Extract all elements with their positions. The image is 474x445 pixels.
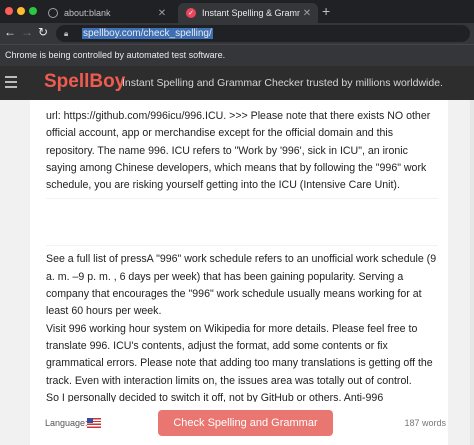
editor-paragraph: See a full list of pressA "996" work sch… — [46, 253, 437, 318]
check-spelling-button[interactable]: Check Spelling and Grammar — [158, 410, 333, 436]
editor-textarea[interactable]: url: https://github.com/996icu/996.ICU. … — [46, 108, 438, 424]
automation-infobar: Chrome is being controlled by automated … — [0, 44, 474, 66]
tab-title: Instant Spelling & Grammar Che — [202, 8, 300, 18]
hamburger-menu-icon[interactable] — [5, 76, 17, 91]
tab-title: about:blank — [64, 8, 111, 18]
language-label: Language: — [45, 418, 88, 428]
tab-about-blank[interactable]: about:blank ✕ — [40, 3, 173, 23]
tab-close-icon[interactable]: ✕ — [300, 8, 314, 19]
lock-icon[interactable]: 🔒︎ — [64, 29, 76, 39]
browser-toolbar: ← → ↻ 🔒︎ spellboy.com/check_spelling/ — [0, 23, 474, 44]
tab-spellboy[interactable]: ✓ Instant Spelling & Grammar Che ✕ — [178, 3, 318, 23]
back-arrow-icon[interactable]: ← — [4, 25, 16, 39]
spellboy-favicon-icon: ✓ — [186, 8, 196, 18]
address-bar[interactable]: 🔒︎ spellboy.com/check_spelling/ — [56, 25, 470, 42]
editor-paragraph: Visit 996 working hour system on Wikiped… — [46, 322, 433, 387]
site-tagline: Instant Spelling and Grammar Checker tru… — [122, 77, 443, 89]
tab-strip: about:blank ✕ ✓ Instant Spelling & Gramm… — [0, 0, 474, 23]
empty-lines — [46, 198, 438, 247]
globe-icon — [48, 8, 58, 18]
word-count: 187 words — [404, 418, 446, 428]
window-zoom-dot[interactable] — [29, 7, 37, 15]
new-tab-button[interactable]: + — [322, 3, 330, 19]
web-page: SpellBoy Instant Spelling and Grammar Ch… — [0, 66, 474, 445]
window-close-dot[interactable] — [5, 7, 13, 15]
editor-paragraph: url: https://github.com/996icu/996.ICU. … — [46, 110, 431, 192]
us-flag-icon[interactable] — [87, 418, 101, 428]
reload-icon[interactable]: ↻ — [38, 25, 48, 39]
automation-notice: Chrome is being controlled by automated … — [5, 50, 226, 60]
editor-footer: Language: Check Spelling and Grammar 187… — [30, 402, 448, 445]
site-header: SpellBoy Instant Spelling and Grammar Ch… — [0, 66, 474, 100]
forward-arrow-icon[interactable]: → — [21, 25, 33, 39]
tab-close-icon[interactable]: ✕ — [155, 8, 169, 19]
site-logo[interactable]: SpellBoy — [44, 71, 125, 93]
window-minimize-dot[interactable] — [17, 7, 25, 15]
url-text[interactable]: spellboy.com/check_spelling/ — [82, 28, 213, 39]
page-scrollbar[interactable] — [470, 100, 474, 445]
text-editor[interactable]: url: https://github.com/996icu/996.ICU. … — [30, 100, 448, 445]
